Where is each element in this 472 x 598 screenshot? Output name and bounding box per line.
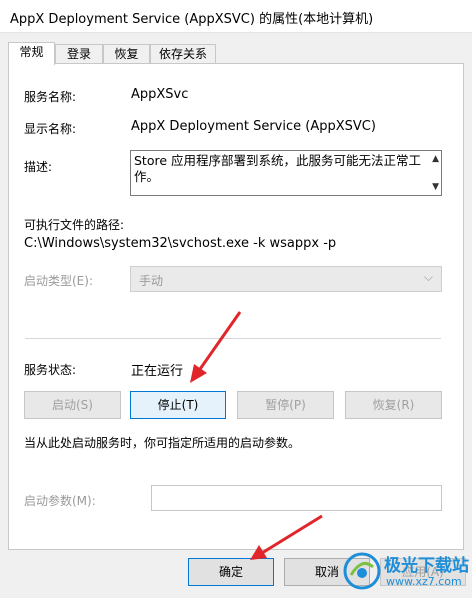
start-params-label: 启动参数(M): <box>24 494 96 508</box>
service-status-label: 服务状态: <box>24 363 77 377</box>
watermark: 极光下载站 www.xz7.com <box>342 547 470 595</box>
chevron-down-icon: ⌵ <box>423 270 433 284</box>
tab-general[interactable]: 常规 <box>8 42 55 65</box>
start-params-hint: 当从此处启动服务时，你可指定所适用的启动参数。 <box>24 436 301 450</box>
tab-recovery[interactable]: 恢复 <box>103 44 150 63</box>
resume-button[interactable]: 恢复(R) <box>345 391 442 419</box>
pause-button[interactable]: 暂停(P) <box>237 391 334 419</box>
display-name-value: AppX Deployment Service (AppXSVC) <box>131 119 376 134</box>
service-name-label: 服务名称: <box>24 90 77 104</box>
section-divider <box>25 338 441 339</box>
start-params-input[interactable] <box>151 485 442 511</box>
ok-button[interactable]: 确定 <box>188 558 274 586</box>
title-bar: AppX Deployment Service (AppXSVC) 的属性(本地… <box>0 0 472 33</box>
watermark-logo-icon <box>343 552 381 590</box>
watermark-url: www.xz7.com <box>386 575 462 588</box>
startup-type-label: 启动类型(E): <box>24 274 93 288</box>
scroll-down-icon[interactable]: ▼ <box>432 182 439 192</box>
startup-type-select[interactable]: 手动 ⌵ <box>130 266 442 292</box>
description-text: Store 应用程序部署到系统，此服务可能无法正常工作。 <box>134 153 422 184</box>
exe-path-label: 可执行文件的路径: <box>24 218 125 232</box>
window-title: AppX Deployment Service (AppXSVC) 的属性(本地… <box>10 12 374 27</box>
startup-type-value: 手动 <box>139 274 164 288</box>
start-button[interactable]: 启动(S) <box>24 391 121 419</box>
display-name-label: 显示名称: <box>24 122 77 136</box>
general-panel: 服务名称: AppXSvc 显示名称: AppX Deployment Serv… <box>8 63 464 550</box>
tab-dependencies[interactable]: 依存关系 <box>150 44 216 63</box>
description-label: 描述: <box>24 160 53 174</box>
exe-path-value: C:\Windows\system32\svchost.exe -k wsapp… <box>24 236 337 251</box>
description-textbox[interactable]: Store 应用程序部署到系统，此服务可能无法正常工作。 ▲ ▼ <box>130 150 442 196</box>
tab-logon[interactable]: 登录 <box>55 44 103 63</box>
stop-button[interactable]: 停止(T) <box>130 391 226 419</box>
scroll-up-icon[interactable]: ▲ <box>432 154 439 164</box>
service-name-value: AppXSvc <box>131 87 189 102</box>
watermark-brand: 极光下载站 <box>384 556 469 576</box>
service-status-value: 正在运行 <box>131 364 184 379</box>
